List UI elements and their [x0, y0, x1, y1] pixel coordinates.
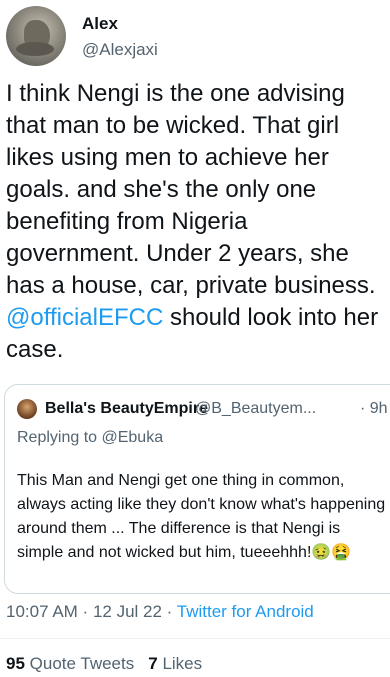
- author-handle[interactable]: @Alexjaxi: [82, 40, 158, 60]
- tweet-date: 12 Jul 22: [92, 602, 162, 621]
- divider: [0, 638, 390, 639]
- tweet-text: I think Nengi is the one advising that m…: [6, 78, 386, 366]
- avatar-figure-base: [16, 42, 54, 56]
- quote-tweets-link[interactable]: 95 Quote Tweets: [6, 654, 134, 673]
- author-name[interactable]: Alex: [82, 14, 118, 34]
- quoted-tweet-card[interactable]: Bella's BeautyEmpire @B_Beautyem... · 9h…: [4, 384, 390, 594]
- quoted-tweet-text: This Man and Nengi get one thing in comm…: [17, 472, 386, 561]
- tweet-stats: 95 Quote Tweets 7 Likes: [6, 654, 202, 674]
- meta-separator-2: ·: [161, 602, 177, 621]
- tweet-meta: 10:07 AM · 12 Jul 22 · Twitter for Andro…: [6, 602, 314, 622]
- quote-tweets-label: Quote Tweets: [29, 654, 135, 673]
- tweet-header: Alex @Alexjaxi: [0, 0, 390, 70]
- quoted-author-avatar: [17, 399, 37, 419]
- mention-link[interactable]: @officialEFCC: [6, 304, 163, 331]
- tweet-text-start: I think Nengi is the one advising that m…: [6, 80, 376, 299]
- quote-tweets-count: 95: [6, 654, 25, 673]
- likes-count: 7: [148, 654, 158, 673]
- replying-to-label: Replying to @Ebuka: [17, 429, 164, 446]
- quoted-tweet-time: · 9h: [360, 400, 388, 417]
- quoted-author-name: Bella's BeautyEmpire: [45, 400, 208, 417]
- likes-link[interactable]: 7 Likes: [148, 654, 202, 673]
- meta-separator: ·: [77, 602, 93, 621]
- author-avatar[interactable]: [6, 6, 66, 66]
- quoted-author-handle: @B_Beautyem...: [195, 400, 317, 417]
- tweet-time: 10:07 AM: [6, 602, 78, 621]
- likes-label: Likes: [162, 654, 203, 673]
- tweet-source-link[interactable]: Twitter for Android: [177, 602, 314, 621]
